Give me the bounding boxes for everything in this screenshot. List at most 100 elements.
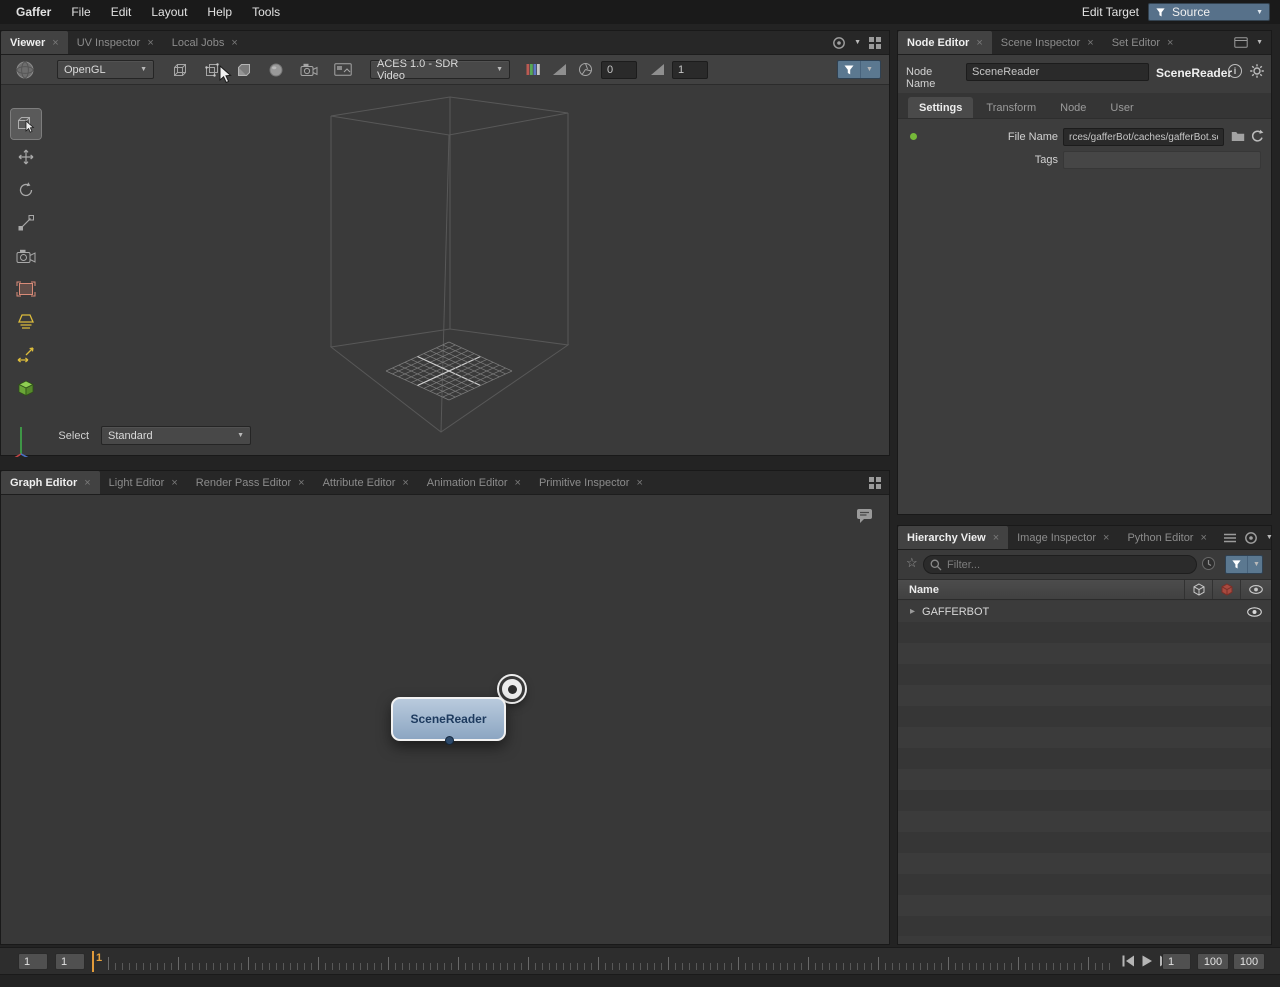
sphere-icon[interactable] [268, 62, 284, 78]
filter-input[interactable] [947, 558, 1190, 571]
focus-target-icon[interactable] [832, 36, 846, 50]
tab-render-pass-editor[interactable]: Render Pass Editor × [187, 471, 314, 494]
scene-reader-node[interactable]: SceneReader [391, 697, 506, 745]
gamma-ramp-icon[interactable] [651, 64, 664, 75]
close-icon[interactable]: × [171, 477, 177, 489]
gamma-input[interactable] [672, 60, 708, 79]
gear-icon[interactable] [1249, 63, 1265, 79]
tab-node[interactable]: Node [1049, 97, 1097, 118]
close-icon[interactable]: × [515, 477, 521, 489]
visibility-eye-icon[interactable] [1247, 606, 1262, 617]
playhead-marker[interactable] [92, 951, 94, 972]
tab-local-jobs[interactable]: Local Jobs × [163, 31, 247, 54]
timeline-playback-end-field[interactable]: 100 [1233, 953, 1265, 970]
tab-viewer[interactable]: Viewer × [1, 31, 68, 54]
tab-hierarchy-view[interactable]: Hierarchy View × [898, 526, 1009, 549]
timeline-frame-field[interactable]: 1 [55, 953, 85, 970]
scale-tool-button[interactable] [11, 208, 41, 238]
tab-light-editor[interactable]: Light Editor × [100, 471, 187, 494]
points-cube-icon[interactable] [204, 62, 220, 78]
close-icon[interactable]: × [1103, 532, 1109, 544]
close-icon[interactable]: × [298, 477, 304, 489]
close-icon[interactable]: × [1167, 37, 1173, 49]
exposure-input[interactable] [601, 60, 637, 79]
tab-set-editor[interactable]: Set Editor × [1103, 31, 1183, 54]
node-output-plug[interactable] [444, 736, 454, 745]
select-mode-dropdown[interactable]: Standard ▼ [101, 426, 251, 445]
wireframe-cube-icon[interactable] [172, 62, 188, 78]
filter-search-box[interactable] [923, 555, 1197, 574]
tab-primitive-inspector[interactable]: Primitive Inspector × [530, 471, 652, 494]
tab-attribute-editor[interactable]: Attribute Editor × [314, 471, 418, 494]
menu-layout[interactable]: Layout [141, 5, 197, 19]
camera-icon[interactable] [300, 63, 318, 77]
tab-python-editor[interactable]: Python Editor × [1118, 526, 1215, 549]
focus-target-icon[interactable] [1244, 531, 1258, 545]
shaded-cube-icon[interactable] [236, 62, 252, 78]
trackball-icon[interactable] [15, 60, 35, 80]
channels-icon[interactable] [526, 63, 541, 76]
close-icon[interactable]: × [402, 477, 408, 489]
close-icon[interactable]: × [84, 477, 90, 489]
light-position-tool-button[interactable] [11, 340, 41, 370]
select-tool-button[interactable] [10, 108, 42, 140]
tab-scene-inspector[interactable]: Scene Inspector × [992, 31, 1103, 54]
timeline-start-frame-field[interactable]: 1 [18, 953, 48, 970]
exclusion-cube-column-icon[interactable] [1212, 580, 1240, 599]
annotation-icon[interactable] [856, 507, 874, 524]
expand-arrow-icon[interactable]: ▸ [898, 606, 915, 617]
display-transform-dropdown[interactable]: ACES 1.0 - SDR Video ▼ [370, 58, 510, 82]
aperture-icon[interactable] [578, 62, 593, 77]
name-column-header[interactable]: Name [898, 584, 939, 596]
chevron-down-icon[interactable]: ▼ [1266, 534, 1273, 541]
tab-transform[interactable]: Transform [975, 97, 1047, 118]
tab-uv-inspector[interactable]: UV Inspector × [68, 31, 163, 54]
translate-tool-button[interactable] [11, 142, 41, 172]
info-icon[interactable]: i [1228, 64, 1242, 78]
menu-gaffer[interactable]: Gaffer [0, 5, 61, 19]
timeline-current-frame-field[interactable]: 1 [1162, 953, 1191, 970]
rotate-tool-button[interactable] [11, 175, 41, 205]
bookmark-star-icon[interactable]: ☆ [906, 555, 918, 571]
chevron-down-icon[interactable]: ▼ [854, 39, 861, 46]
close-icon[interactable]: × [1200, 532, 1206, 544]
histogram-icon[interactable] [553, 64, 566, 75]
tab-settings[interactable]: Settings [908, 97, 974, 118]
viewport-3d[interactable] [1, 31, 891, 457]
hierarchy-row-gafferbot[interactable]: ▸ GAFFERBOT [898, 601, 1271, 622]
renderer-dropdown[interactable]: OpenGL ▼ [57, 60, 154, 79]
close-icon[interactable]: × [636, 477, 642, 489]
reload-icon[interactable] [1250, 129, 1264, 143]
history-icon[interactable] [1201, 556, 1216, 571]
viewer-edit-scope-button[interactable]: ▼ [837, 60, 881, 79]
menu-hamburger-icon[interactable] [1223, 533, 1236, 543]
timeline-end-frame-field[interactable]: 100 [1197, 953, 1229, 970]
scene-cube-column-icon[interactable] [1184, 580, 1212, 599]
render-image-icon[interactable] [334, 63, 352, 76]
menu-file[interactable]: File [61, 5, 100, 19]
tab-image-inspector[interactable]: Image Inspector × [1008, 526, 1118, 549]
light-tool-button[interactable] [11, 307, 41, 337]
close-icon[interactable]: × [993, 532, 999, 544]
tab-user[interactable]: User [1099, 97, 1144, 118]
layout-grid-icon[interactable] [869, 36, 881, 49]
menu-tools[interactable]: Tools [242, 5, 290, 19]
tab-graph-editor[interactable]: Graph Editor × [1, 471, 100, 494]
layout-grid-icon[interactable] [869, 476, 881, 489]
hierarchy-edit-scope-button[interactable]: ▼ [1225, 555, 1263, 574]
edit-target-selector[interactable]: Source ▼ [1148, 3, 1270, 21]
menu-help[interactable]: Help [197, 5, 242, 19]
node-focus-plug[interactable] [499, 676, 525, 702]
play-icon[interactable] [1141, 955, 1153, 967]
close-icon[interactable]: × [147, 37, 153, 49]
tags-input[interactable] [1063, 151, 1261, 169]
close-icon[interactable]: × [231, 37, 237, 49]
tab-node-editor[interactable]: Node Editor × [898, 31, 992, 54]
visibility-eye-column-icon[interactable] [1240, 580, 1271, 599]
follow-selection-icon[interactable] [1234, 37, 1248, 48]
menu-edit[interactable]: Edit [101, 5, 142, 19]
node-name-input[interactable] [966, 63, 1149, 81]
skip-to-start-icon[interactable] [1122, 955, 1135, 967]
scene-cube-tool-button[interactable] [11, 373, 41, 403]
close-icon[interactable]: × [1087, 37, 1093, 49]
